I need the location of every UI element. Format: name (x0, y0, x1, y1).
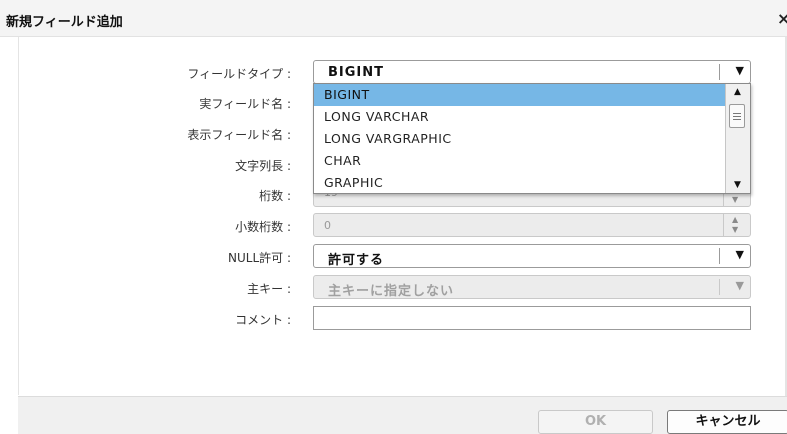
cancel-button[interactable]: キャンセル (667, 410, 787, 434)
nullable-select[interactable]: 許可する ▼ (313, 244, 751, 268)
dropdown-option-long-varchar[interactable]: LONG VARCHAR (314, 106, 725, 128)
select-separator (719, 64, 720, 80)
primary-key-select[interactable]: 主キーに指定しない ▼ (313, 275, 751, 299)
length-label: 文字列長 : (235, 159, 291, 173)
digits-label: 桁数 : (259, 189, 291, 203)
primary-key-value: 主キーに指定しない (328, 284, 455, 299)
nullable-label: NULL許可 : (228, 251, 291, 265)
field-type-select[interactable]: BIGINT ▼ (313, 60, 751, 84)
dialog-title: 新規フィールド追加 (6, 15, 123, 30)
close-icon[interactable]: × (777, 9, 787, 28)
dropdown-scrollbar[interactable]: ▲ ▼ (725, 84, 750, 193)
display-name-label: 表示フィールド名 : (187, 128, 291, 142)
select-separator (719, 279, 720, 295)
decimals-spinner[interactable]: ▲ ▼ (723, 214, 750, 236)
comment-label: コメント : (235, 313, 291, 327)
physical-name-label: 実フィールド名 : (199, 97, 291, 111)
scrollbar-thumb[interactable] (729, 104, 745, 128)
spin-up-icon[interactable]: ▲ (732, 215, 738, 224)
scroll-up-icon[interactable]: ▲ (728, 85, 747, 99)
nullable-value: 許可する (328, 253, 385, 268)
field-type-value: BIGINT (328, 65, 385, 80)
chevron-down-icon[interactable]: ▼ (736, 279, 744, 292)
add-field-dialog: 新規フィールド追加 × フィールドタイプ : 実フィールド名 : 表示フィールド… (0, 0, 787, 434)
comment-input[interactable] (313, 306, 751, 330)
dropdown-option-graphic[interactable]: GRAPHIC (314, 172, 725, 193)
scroll-down-icon[interactable]: ▼ (728, 178, 747, 192)
primary-key-label: 主キー : (247, 282, 291, 296)
field-type-dropdown[interactable]: BIGINT LONG VARCHAR LONG VARGRAPHIC CHAR… (313, 83, 751, 194)
ok-button[interactable]: OK (538, 410, 653, 434)
dropdown-option-bigint[interactable]: BIGINT (314, 84, 725, 106)
decimals-value: 0 (324, 219, 331, 232)
chevron-down-icon[interactable]: ▼ (736, 64, 744, 77)
decimals-label: 小数桁数 : (235, 220, 291, 234)
select-separator (719, 248, 720, 264)
dialog-titlebar: 新規フィールド追加 × (0, 0, 787, 37)
dropdown-option-long-vargraphic[interactable]: LONG VARGRAPHIC (314, 128, 725, 150)
field-type-label: フィールドタイプ : (187, 67, 291, 81)
decimals-input[interactable]: 0 ▲ ▼ (313, 213, 751, 237)
dropdown-option-char[interactable]: CHAR (314, 150, 725, 172)
spin-down-icon[interactable]: ▼ (732, 195, 738, 204)
chevron-down-icon[interactable]: ▼ (736, 248, 744, 261)
spin-down-icon[interactable]: ▼ (732, 225, 738, 234)
